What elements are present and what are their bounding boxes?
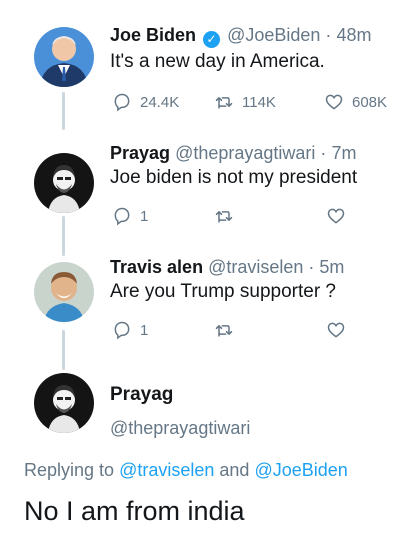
focused-tweet-text: No I am from india — [24, 496, 245, 526]
tweet-text: Joe biden is not my president — [110, 167, 358, 188]
like-button[interactable] — [326, 320, 346, 340]
tweet-travis-alen[interactable]: Travis alen @traviselen · 5m Are you Tru… — [110, 256, 404, 342]
avatar-prayag-focused[interactable] — [34, 373, 94, 433]
separator: · — [308, 257, 315, 277]
retweet-button[interactable] — [214, 320, 234, 340]
tweet-header: Joe Biden ✓ @JoeBiden · 48m — [110, 24, 404, 48]
tweet-actions: 1 — [110, 206, 404, 228]
author-name[interactable]: Prayag — [110, 143, 170, 163]
retweet-icon — [215, 97, 233, 109]
author-name[interactable]: Joe Biden — [110, 25, 196, 45]
reply-count: 1 — [140, 321, 149, 339]
reply-count: 24.4K — [140, 93, 180, 111]
reply-button[interactable]: 1 — [112, 206, 148, 226]
like-icon — [327, 322, 345, 338]
reply-icon — [114, 207, 130, 226]
tweet-joe-biden[interactable]: Joe Biden ✓ @JoeBiden · 48m It's a new d… — [110, 24, 404, 114]
replying-to: Replying to @traviselen and @JoeBiden — [24, 460, 348, 481]
author-handle[interactable]: @JoeBiden — [227, 25, 320, 45]
author-handle[interactable]: @theprayagtiwari — [110, 417, 250, 439]
retweet-count: 114K — [242, 93, 276, 111]
thread-line — [62, 216, 65, 256]
reply-count: 1 — [140, 207, 149, 225]
separator: · — [325, 25, 332, 45]
separator: · — [320, 143, 327, 163]
avatar-prayag[interactable] — [34, 153, 94, 213]
like-button[interactable] — [326, 206, 346, 226]
author-name[interactable]: Prayag — [110, 383, 250, 407]
author-name[interactable]: Travis alen — [110, 257, 203, 277]
tweet-header: Prayag @theprayagtiwari · 7m — [110, 142, 404, 164]
avatar-travis-alen[interactable] — [34, 262, 94, 322]
retweet-button[interactable] — [214, 206, 234, 226]
thread-line — [62, 92, 65, 130]
like-count: 608K — [352, 93, 388, 111]
timestamp[interactable]: 7m — [331, 143, 356, 163]
tweet-header: Travis alen @traviselen · 5m — [110, 256, 404, 278]
retweet-icon — [215, 211, 233, 223]
reply-icon — [114, 321, 130, 340]
retweet-button[interactable]: 114K — [214, 92, 276, 112]
focused-tweet-header: Prayag @theprayagtiwari — [110, 383, 250, 439]
replying-and: and — [219, 460, 250, 480]
like-icon — [325, 94, 343, 110]
reply-icon — [114, 93, 130, 112]
retweet-icon — [215, 325, 233, 337]
author-handle[interactable]: @theprayagtiwari — [175, 143, 315, 163]
tweet-text: Are you Trump supporter ? — [110, 281, 336, 302]
tweet-actions: 1 — [110, 320, 404, 342]
replying-prefix: Replying to — [24, 460, 115, 480]
timestamp[interactable]: 48m — [336, 25, 371, 45]
tweet-actions: 24.4K 114K 608K — [110, 92, 404, 114]
tweet-text: It's a new day in America. — [110, 51, 325, 72]
like-icon — [327, 208, 345, 224]
avatar-joe-biden[interactable] — [34, 27, 94, 87]
author-handle[interactable]: @traviselen — [208, 257, 303, 277]
thread-line — [62, 330, 65, 370]
verified-badge-icon: ✓ — [203, 31, 221, 48]
replying-user-link[interactable]: @traviselen — [119, 460, 214, 480]
reply-button[interactable]: 1 — [112, 320, 148, 340]
like-button[interactable]: 608K — [324, 92, 387, 112]
tweet-prayag[interactable]: Prayag @theprayagtiwari · 7m Joe biden i… — [110, 142, 404, 228]
reply-button[interactable]: 24.4K — [112, 92, 179, 112]
timestamp[interactable]: 5m — [319, 257, 344, 277]
replying-user-link[interactable]: @JoeBiden — [254, 460, 347, 480]
